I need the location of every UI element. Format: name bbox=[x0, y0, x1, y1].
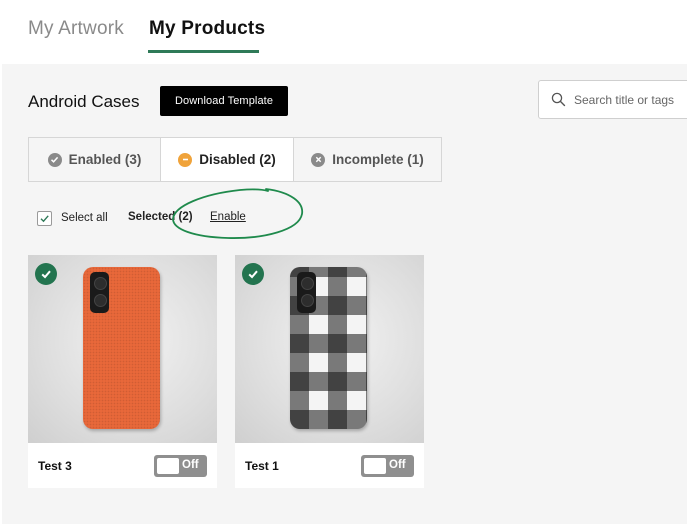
enable-link[interactable]: Enable bbox=[210, 211, 246, 223]
tab-enabled[interactable]: Enabled (3) bbox=[29, 138, 160, 181]
toggle-label: Off bbox=[182, 459, 199, 471]
select-all-row: Select all bbox=[37, 209, 108, 227]
toggle-knob bbox=[364, 458, 386, 474]
camera-module bbox=[90, 272, 109, 313]
product-image bbox=[28, 255, 217, 443]
section-title: Android Cases bbox=[28, 92, 140, 111]
product-image bbox=[235, 255, 424, 443]
enable-toggle[interactable]: Off bbox=[154, 455, 207, 477]
status-filter-tabs: Enabled (3) Disabled (2) Incomplete (1) bbox=[28, 137, 442, 182]
product-card[interactable]: Test 3 Off bbox=[28, 255, 217, 488]
selected-check-icon[interactable] bbox=[35, 263, 57, 285]
download-template-button[interactable]: Download Template bbox=[160, 86, 288, 116]
select-all-label: Select all bbox=[61, 212, 108, 224]
check-circle-icon bbox=[47, 152, 62, 167]
selected-count: Selected (2) bbox=[128, 211, 193, 223]
select-all-checkbox[interactable] bbox=[37, 210, 52, 226]
search-box[interactable] bbox=[538, 80, 687, 119]
enable-toggle[interactable]: Off bbox=[361, 455, 414, 477]
tab-disabled[interactable]: Disabled (2) bbox=[160, 138, 294, 181]
product-name: Test 3 bbox=[38, 459, 72, 473]
product-name: Test 1 bbox=[245, 459, 279, 473]
selected-check-icon[interactable] bbox=[242, 263, 264, 285]
tab-my-products[interactable]: My Products bbox=[149, 18, 265, 40]
minus-circle-icon bbox=[178, 152, 193, 167]
product-card[interactable]: Test 1 Off bbox=[235, 255, 424, 488]
tab-my-artwork[interactable]: My Artwork bbox=[28, 18, 124, 40]
toggle-label: Off bbox=[389, 459, 406, 471]
tab-disabled-label: Disabled (2) bbox=[199, 152, 276, 167]
tab-incomplete-label: Incomplete (1) bbox=[332, 152, 424, 167]
search-icon bbox=[551, 92, 566, 107]
top-tabs: My Artwork My Products bbox=[0, 0, 687, 64]
camera-module bbox=[297, 272, 316, 313]
phone-case-image bbox=[290, 267, 367, 429]
checkmark-icon bbox=[40, 214, 49, 222]
tab-incomplete[interactable]: Incomplete (1) bbox=[294, 138, 441, 181]
active-tab-indicator bbox=[148, 50, 259, 53]
tab-enabled-label: Enabled (3) bbox=[68, 152, 142, 167]
toggle-knob bbox=[157, 458, 179, 474]
x-circle-icon bbox=[311, 152, 326, 167]
phone-case-image bbox=[83, 267, 160, 429]
search-input[interactable] bbox=[574, 92, 684, 107]
